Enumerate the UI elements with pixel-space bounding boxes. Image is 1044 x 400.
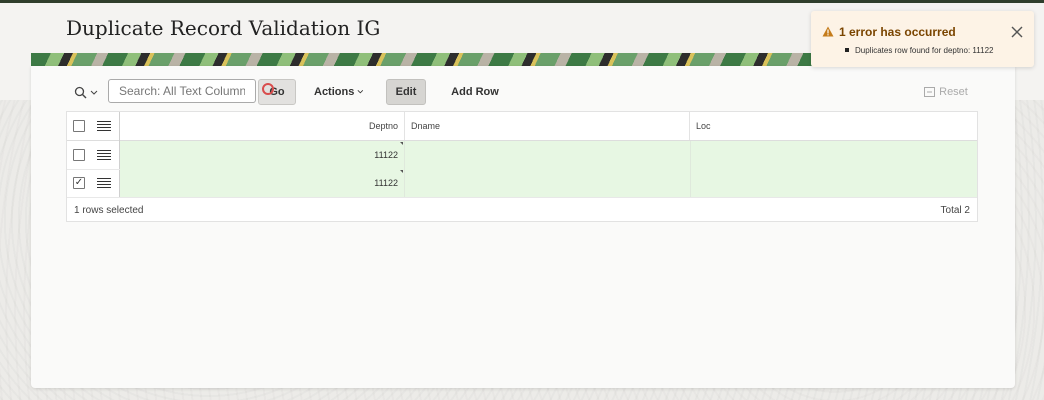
search-input[interactable]: [108, 79, 256, 103]
add-row-button[interactable]: Add Row: [448, 79, 502, 105]
total-count: Total 2: [940, 205, 970, 216]
column-header-dname[interactable]: Dname: [406, 112, 690, 140]
search-icon: [74, 86, 87, 99]
row-actions-icon[interactable]: [97, 178, 111, 188]
mouse-click-indicator: [262, 83, 274, 95]
actions-menu-button[interactable]: Actions: [314, 79, 364, 105]
grid-footer: 1 rows selected Total 2: [67, 199, 977, 221]
error-message[interactable]: Duplicates row found for deptno: 11122: [855, 46, 993, 55]
reset-button[interactable]: Reset: [918, 79, 974, 105]
column-header-label: Dname: [411, 121, 441, 131]
column-header-label: Deptno: [368, 121, 398, 131]
actions-label: Actions: [314, 86, 355, 98]
cell-dname[interactable]: [406, 169, 691, 197]
reset-label: Reset: [939, 86, 968, 98]
cell-value: 11122: [374, 150, 398, 160]
select-all-checkbox[interactable]: [73, 120, 85, 132]
cell-dname[interactable]: [406, 141, 691, 169]
edit-button[interactable]: Edit: [386, 79, 426, 105]
search-column-selector[interactable]: [74, 84, 102, 102]
grid-header: Deptno Dname Loc: [67, 112, 977, 141]
cell-value: 11122: [374, 178, 398, 188]
row-selector-checkbox[interactable]: ✓: [73, 177, 85, 189]
bullet-icon: [845, 48, 849, 52]
add-row-label: Add Row: [451, 86, 499, 98]
table-row[interactable]: ✓ 11122: [67, 169, 977, 198]
page-title: Duplicate Record Validation IG: [66, 16, 381, 40]
grid-toolbar: Go Actions Edit Add Row Reset: [66, 78, 978, 108]
header-actions-icon[interactable]: [97, 121, 111, 131]
cell-deptno[interactable]: 11122: [120, 169, 405, 197]
close-icon[interactable]: [1011, 26, 1023, 38]
row-actions-icon[interactable]: [97, 150, 111, 160]
row-cells: 11122: [120, 141, 977, 169]
edit-label: Edit: [395, 86, 417, 98]
selected-count: 1 rows selected: [74, 205, 144, 216]
top-border: [0, 0, 1044, 3]
error-title: 1 error has occurred: [839, 25, 956, 39]
cell-loc[interactable]: [691, 141, 977, 169]
cell-loc[interactable]: [691, 169, 977, 197]
chevron-down-icon: [90, 90, 98, 95]
cell-deptno[interactable]: 11122: [120, 141, 405, 169]
row-cells: 11122: [120, 169, 977, 197]
chevron-down-icon: [357, 90, 364, 94]
interactive-grid: Deptno Dname Loc 11122 ✓ 11122 1 rows se…: [66, 111, 978, 222]
table-row[interactable]: 11122: [67, 141, 977, 170]
reset-icon: [924, 87, 936, 97]
error-notification: 1 error has occurred Duplicates row foun…: [811, 11, 1034, 67]
warning-icon: [822, 26, 834, 37]
column-header-loc[interactable]: Loc: [691, 112, 977, 140]
row-selector-checkbox[interactable]: [73, 149, 85, 161]
column-header-deptno[interactable]: Deptno: [120, 112, 405, 140]
column-header-label: Loc: [696, 121, 711, 131]
